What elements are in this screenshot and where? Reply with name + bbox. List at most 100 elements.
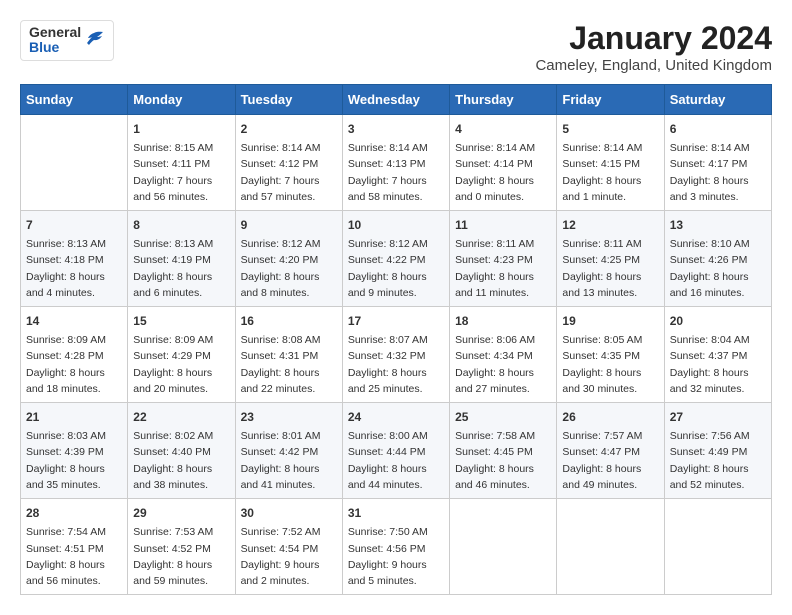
day-number: 27: [670, 408, 766, 426]
logo-general: General: [29, 25, 81, 40]
header-sunday: Sunday: [21, 85, 128, 115]
logo-blue: Blue: [29, 40, 81, 55]
day-number: 8: [133, 216, 229, 234]
day-info: Sunrise: 8:10 AM Sunset: 4:26 PM Dayligh…: [670, 236, 766, 301]
calendar-cell: 11 Sunrise: 8:11 AM Sunset: 4:23 PM Dayli…: [450, 211, 557, 307]
calendar-week-row: 7Sunrise: 8:13 AM Sunset: 4:18 PM Daylig…: [21, 211, 772, 307]
day-info: Sunrise: 7:56 AM Sunset: 4:49 PM Dayligh…: [670, 428, 766, 493]
day-number: 5: [562, 120, 658, 138]
month-title: January 2024: [535, 20, 772, 57]
calendar-cell: 26 Sunrise: 7:57 AM Sunset: 4:47 PM Dayli…: [557, 403, 664, 499]
day-info: Sunrise: 8:04 AM Sunset: 4:37 PM Dayligh…: [670, 332, 766, 397]
calendar-cell: 18 Sunrise: 8:06 AM Sunset: 4:34 PM Dayli…: [450, 307, 557, 403]
title-block: January 2024 Cameley, England, United Ki…: [535, 20, 772, 74]
header-friday: Friday: [557, 85, 664, 115]
day-number: 20: [670, 312, 766, 330]
day-info: Sunrise: 8:08 AM Sunset: 4:31 PM Dayligh…: [241, 332, 337, 397]
calendar-cell: 30 Sunrise: 7:52 AM Sunset: 4:54 PM Dayli…: [235, 499, 342, 595]
calendar-week-row: 28 Sunrise: 7:54 AM Sunset: 4:51 PM Dayli…: [21, 499, 772, 595]
calendar-cell: 31 Sunrise: 7:50 AM Sunset: 4:56 PM Dayli…: [342, 499, 449, 595]
calendar-week-row: 1Sunrise: 8:15 AM Sunset: 4:11 PM Daylig…: [21, 115, 772, 211]
page-header: General Blue January 2024 Cameley, Engla…: [20, 20, 772, 74]
calendar-cell: [21, 115, 128, 211]
day-number: 22: [133, 408, 229, 426]
day-number: 12: [562, 216, 658, 234]
day-info: Sunrise: 8:14 AM Sunset: 4:15 PM Dayligh…: [562, 140, 658, 205]
calendar-cell: 5 Sunrise: 8:14 AM Sunset: 4:15 PM Daylig…: [557, 115, 664, 211]
header-thursday: Thursday: [450, 85, 557, 115]
calendar-cell: 3 Sunrise: 8:14 AM Sunset: 4:13 PM Daylig…: [342, 115, 449, 211]
header-monday: Monday: [128, 85, 235, 115]
day-info: Sunrise: 8:14 AM Sunset: 4:17 PM Dayligh…: [670, 140, 766, 205]
day-info: Sunrise: 7:58 AM Sunset: 4:45 PM Dayligh…: [455, 428, 551, 493]
calendar-cell: 13 Sunrise: 8:10 AM Sunset: 4:26 PM Dayli…: [664, 211, 771, 307]
day-number: 2: [241, 120, 337, 138]
day-number: 15: [133, 312, 229, 330]
day-number: 13: [670, 216, 766, 234]
calendar-cell: [664, 499, 771, 595]
calendar-cell: [557, 499, 664, 595]
day-number: 17: [348, 312, 444, 330]
header-wednesday: Wednesday: [342, 85, 449, 115]
day-info: Sunrise: 8:07 AM Sunset: 4:32 PM Dayligh…: [348, 332, 444, 397]
calendar-cell: 2 Sunrise: 8:14 AM Sunset: 4:12 PM Daylig…: [235, 115, 342, 211]
day-number: 4: [455, 120, 551, 138]
calendar-cell: 19Sunrise: 8:05 AM Sunset: 4:35 PM Dayli…: [557, 307, 664, 403]
day-number: 16: [241, 312, 337, 330]
day-info: Sunrise: 8:13 AM Sunset: 4:19 PM Dayligh…: [133, 236, 229, 301]
day-info: Sunrise: 8:06 AM Sunset: 4:34 PM Dayligh…: [455, 332, 551, 397]
day-info: Sunrise: 8:00 AM Sunset: 4:44 PM Dayligh…: [348, 428, 444, 493]
calendar-cell: 16 Sunrise: 8:08 AM Sunset: 4:31 PM Dayli…: [235, 307, 342, 403]
day-number: 18: [455, 312, 551, 330]
day-info: Sunrise: 8:13 AM Sunset: 4:18 PM Dayligh…: [26, 236, 122, 301]
header-tuesday: Tuesday: [235, 85, 342, 115]
day-info: Sunrise: 8:02 AM Sunset: 4:40 PM Dayligh…: [133, 428, 229, 493]
day-info: Sunrise: 7:54 AM Sunset: 4:51 PM Dayligh…: [26, 524, 122, 589]
day-number: 1: [133, 120, 229, 138]
day-number: 9: [241, 216, 337, 234]
logo-container: General Blue: [20, 20, 114, 61]
calendar-cell: 14Sunrise: 8:09 AM Sunset: 4:28 PM Dayli…: [21, 307, 128, 403]
day-number: 14: [26, 312, 122, 330]
day-number: 19: [562, 312, 658, 330]
calendar-week-row: 14Sunrise: 8:09 AM Sunset: 4:28 PM Dayli…: [21, 307, 772, 403]
day-info: Sunrise: 7:57 AM Sunset: 4:47 PM Dayligh…: [562, 428, 658, 493]
day-info: Sunrise: 8:14 AM Sunset: 4:12 PM Dayligh…: [241, 140, 337, 205]
day-number: 25: [455, 408, 551, 426]
location-subtitle: Cameley, England, United Kingdom: [535, 57, 772, 74]
calendar-week-row: 21Sunrise: 8:03 AM Sunset: 4:39 PM Dayli…: [21, 403, 772, 499]
day-info: Sunrise: 8:12 AM Sunset: 4:20 PM Dayligh…: [241, 236, 337, 301]
calendar-table: SundayMondayTuesdayWednesdayThursdayFrid…: [20, 84, 772, 595]
calendar-cell: 9 Sunrise: 8:12 AM Sunset: 4:20 PM Daylig…: [235, 211, 342, 307]
day-number: 30: [241, 504, 337, 522]
header-saturday: Saturday: [664, 85, 771, 115]
calendar-cell: 17 Sunrise: 8:07 AM Sunset: 4:32 PM Dayli…: [342, 307, 449, 403]
day-number: 10: [348, 216, 444, 234]
day-number: 29: [133, 504, 229, 522]
day-info: Sunrise: 8:14 AM Sunset: 4:13 PM Dayligh…: [348, 140, 444, 205]
day-number: 11: [455, 216, 551, 234]
calendar-cell: 25 Sunrise: 7:58 AM Sunset: 4:45 PM Dayli…: [450, 403, 557, 499]
calendar-cell: 22 Sunrise: 8:02 AM Sunset: 4:40 PM Dayli…: [128, 403, 235, 499]
calendar-cell: 8 Sunrise: 8:13 AM Sunset: 4:19 PM Daylig…: [128, 211, 235, 307]
day-info: Sunrise: 8:03 AM Sunset: 4:39 PM Dayligh…: [26, 428, 122, 493]
day-number: 31: [348, 504, 444, 522]
calendar-header-row: SundayMondayTuesdayWednesdayThursdayFrid…: [21, 85, 772, 115]
day-number: 3: [348, 120, 444, 138]
calendar-cell: 12Sunrise: 8:11 AM Sunset: 4:25 PM Dayli…: [557, 211, 664, 307]
calendar-cell: 4Sunrise: 8:14 AM Sunset: 4:14 PM Daylig…: [450, 115, 557, 211]
day-info: Sunrise: 7:52 AM Sunset: 4:54 PM Dayligh…: [241, 524, 337, 589]
calendar-cell: 10Sunrise: 8:12 AM Sunset: 4:22 PM Dayli…: [342, 211, 449, 307]
calendar-cell: 28 Sunrise: 7:54 AM Sunset: 4:51 PM Dayli…: [21, 499, 128, 595]
day-number: 24: [348, 408, 444, 426]
calendar-cell: 1Sunrise: 8:15 AM Sunset: 4:11 PM Daylig…: [128, 115, 235, 211]
logo-bird-icon: [83, 29, 105, 51]
day-number: 26: [562, 408, 658, 426]
calendar-cell: 21Sunrise: 8:03 AM Sunset: 4:39 PM Dayli…: [21, 403, 128, 499]
calendar-cell: 29Sunrise: 7:53 AM Sunset: 4:52 PM Dayli…: [128, 499, 235, 595]
calendar-cell: [450, 499, 557, 595]
day-info: Sunrise: 7:50 AM Sunset: 4:56 PM Dayligh…: [348, 524, 444, 589]
day-number: 28: [26, 504, 122, 522]
calendar-cell: 7Sunrise: 8:13 AM Sunset: 4:18 PM Daylig…: [21, 211, 128, 307]
day-info: Sunrise: 8:11 AM Sunset: 4:23 PM Dayligh…: [455, 236, 551, 301]
